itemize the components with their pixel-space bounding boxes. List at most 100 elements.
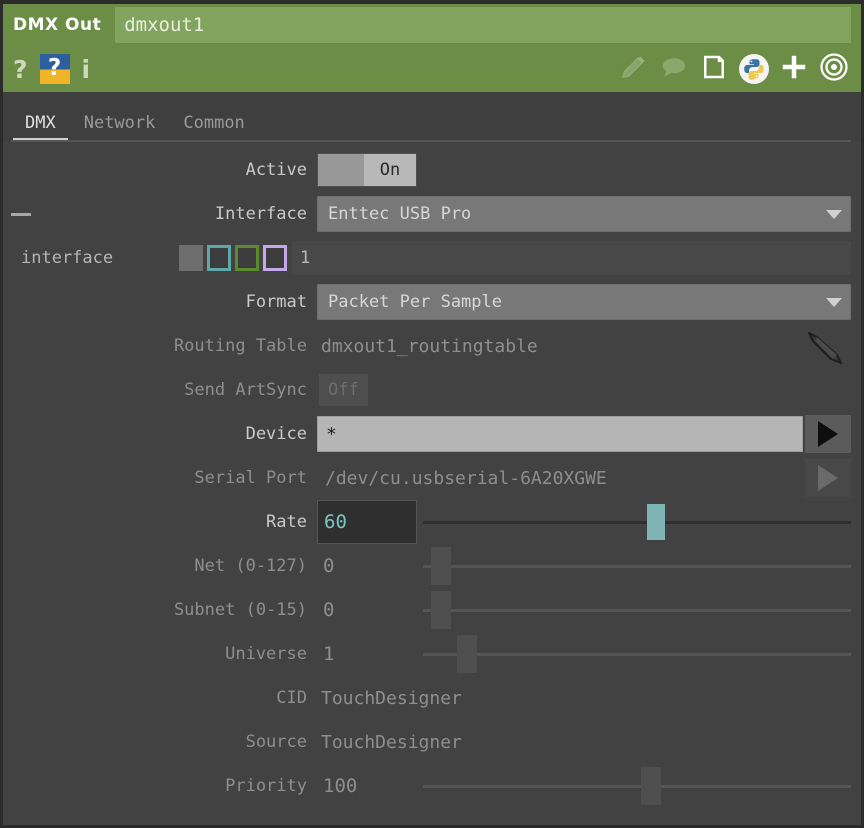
interface-sub-field[interactable]: 1 — [292, 241, 851, 275]
tab-common[interactable]: Common — [169, 113, 258, 142]
title-row: DMX Out dmxout1 — [3, 4, 861, 46]
note-icon[interactable] — [699, 52, 729, 86]
parameter-tab-bar: DMX Network Common — [3, 92, 861, 142]
rate-slider-track — [423, 521, 851, 524]
param-row-subnet: Subnet (0-15) 0 — [3, 588, 861, 632]
net-slider-track — [423, 565, 851, 568]
format-value: Packet Per Sample — [328, 292, 502, 312]
universe-slider-handle[interactable] — [457, 635, 477, 673]
rate-input[interactable]: 60 — [317, 500, 417, 544]
param-row-format: Format Packet Per Sample — [3, 280, 861, 324]
universe-slider[interactable] — [423, 633, 851, 675]
subnet-input[interactable]: 0 — [317, 589, 417, 631]
label-routing-table: Routing Table — [173, 336, 307, 356]
serial-port-input[interactable]: /dev/cu.usbserial-6A20XGWE — [317, 460, 803, 496]
play-triangle-icon — [818, 465, 838, 491]
play-triangle-icon — [818, 421, 838, 447]
label-subnet: Subnet (0-15) — [173, 600, 307, 620]
tab-network[interactable]: Network — [70, 113, 170, 142]
param-row-priority: Priority 100 — [3, 764, 861, 808]
rate-slider-handle[interactable] — [647, 504, 665, 540]
label-active: Active — [245, 160, 307, 180]
param-row-device: Device * — [3, 412, 861, 456]
dialog-header: DMX Out dmxout1 ? ? i — [3, 4, 861, 92]
priority-slider-handle[interactable] — [641, 767, 661, 805]
help-icon[interactable]: ? — [13, 57, 28, 82]
operator-name-value: dmxout1 — [124, 14, 205, 36]
toggle-on-half: On — [364, 154, 416, 186]
gutter-interface[interactable] — [11, 212, 45, 216]
param-row-net: Net (0-127) 0 — [3, 544, 861, 588]
toggle-off-half — [318, 154, 364, 186]
python-icon[interactable] — [739, 54, 769, 84]
label-rate: Rate — [266, 512, 307, 532]
device-menu-button[interactable] — [805, 415, 851, 453]
label-serial-port: Serial Port — [194, 468, 307, 488]
dmx-out-parameter-dialog: DMX Out dmxout1 ? ? i DMX Network Common… — [0, 0, 864, 828]
label-device: Device — [245, 424, 307, 444]
param-row-serial-port: Serial Port /dev/cu.usbserial-6A20XGWE — [3, 456, 861, 500]
interface-sub-value: 1 — [300, 248, 311, 268]
param-row-interface-sub: interface 1 — [3, 236, 861, 280]
format-dropdown[interactable]: Packet Per Sample — [317, 284, 851, 320]
param-row-rate: Rate 60 — [3, 500, 861, 544]
label-source: Source — [245, 732, 307, 752]
interface-value: Enttec USB Pro — [328, 204, 472, 224]
net-slider[interactable] — [423, 545, 851, 587]
subnet-slider[interactable] — [423, 589, 851, 631]
routing-table-value: dmxout1_routingtable — [321, 335, 538, 357]
rate-slider[interactable] — [423, 501, 851, 543]
universe-slider-track — [423, 653, 851, 656]
serial-port-menu-button[interactable] — [805, 459, 851, 497]
interface-swatch-group — [179, 245, 287, 271]
subnet-slider-track — [423, 609, 851, 612]
chevron-down-icon — [826, 297, 842, 307]
cid-value[interactable]: TouchDesigner — [317, 688, 462, 709]
operator-name-field[interactable]: dmxout1 — [115, 7, 851, 43]
swatch-gray-icon[interactable] — [179, 245, 203, 271]
net-slider-handle[interactable] — [431, 547, 451, 585]
param-row-send-artsync: Send ArtSync Off — [3, 368, 861, 412]
help-badge-glyph: ? — [47, 54, 62, 81]
pencil-icon[interactable] — [619, 52, 649, 86]
param-row-universe: Universe 1 — [3, 632, 861, 676]
chevron-down-icon — [826, 209, 842, 219]
device-value: * — [326, 423, 337, 445]
label-interface: Interface — [214, 204, 307, 224]
serial-port-value: /dev/cu.usbserial-6A20XGWE — [325, 467, 607, 489]
parameter-list: Active On Interface Enttec USB Pro inter… — [3, 142, 861, 825]
universe-input[interactable]: 1 — [317, 633, 417, 675]
collapse-dash-icon — [11, 212, 31, 216]
param-row-active: Active On — [3, 148, 861, 192]
help-badge-icon[interactable]: ? — [39, 54, 70, 84]
priority-input[interactable]: 100 — [317, 765, 417, 807]
info-icon[interactable]: i — [82, 57, 91, 82]
active-toggle[interactable]: On — [317, 153, 417, 187]
priority-slider-track — [423, 785, 851, 788]
operator-type-label: DMX Out — [13, 15, 102, 35]
subnet-slider-handle[interactable] — [431, 591, 451, 629]
tab-dmx[interactable]: DMX — [11, 113, 70, 142]
source-value[interactable]: TouchDesigner — [317, 732, 462, 753]
target-icon[interactable] — [819, 52, 849, 86]
swatch-teal-icon[interactable] — [207, 245, 231, 271]
priority-slider[interactable] — [423, 765, 851, 807]
send-artsync-toggle[interactable]: Off — [319, 374, 368, 406]
device-input[interactable]: * — [317, 416, 803, 452]
swatch-purple-icon[interactable] — [263, 245, 287, 271]
comment-icon[interactable] — [659, 52, 689, 86]
label-format: Format — [245, 292, 307, 312]
label-cid: CID — [276, 688, 307, 708]
param-row-routing-table: Routing Table dmxout1_routingtable — [3, 324, 861, 368]
pointer-cursor-icon — [803, 325, 847, 367]
label-priority: Priority — [225, 776, 307, 796]
net-input[interactable]: 0 — [317, 545, 417, 587]
swatch-green-icon[interactable] — [235, 245, 259, 271]
label-send-artsync: Send ArtSync — [184, 380, 307, 400]
param-row-cid: CID TouchDesigner — [3, 676, 861, 720]
label-net: Net (0-127) — [194, 556, 307, 576]
interface-dropdown[interactable]: Enttec USB Pro — [317, 196, 851, 232]
label-interface-sub: interface — [21, 248, 114, 268]
param-row-source: Source TouchDesigner — [3, 720, 861, 764]
plus-icon[interactable] — [779, 52, 809, 86]
